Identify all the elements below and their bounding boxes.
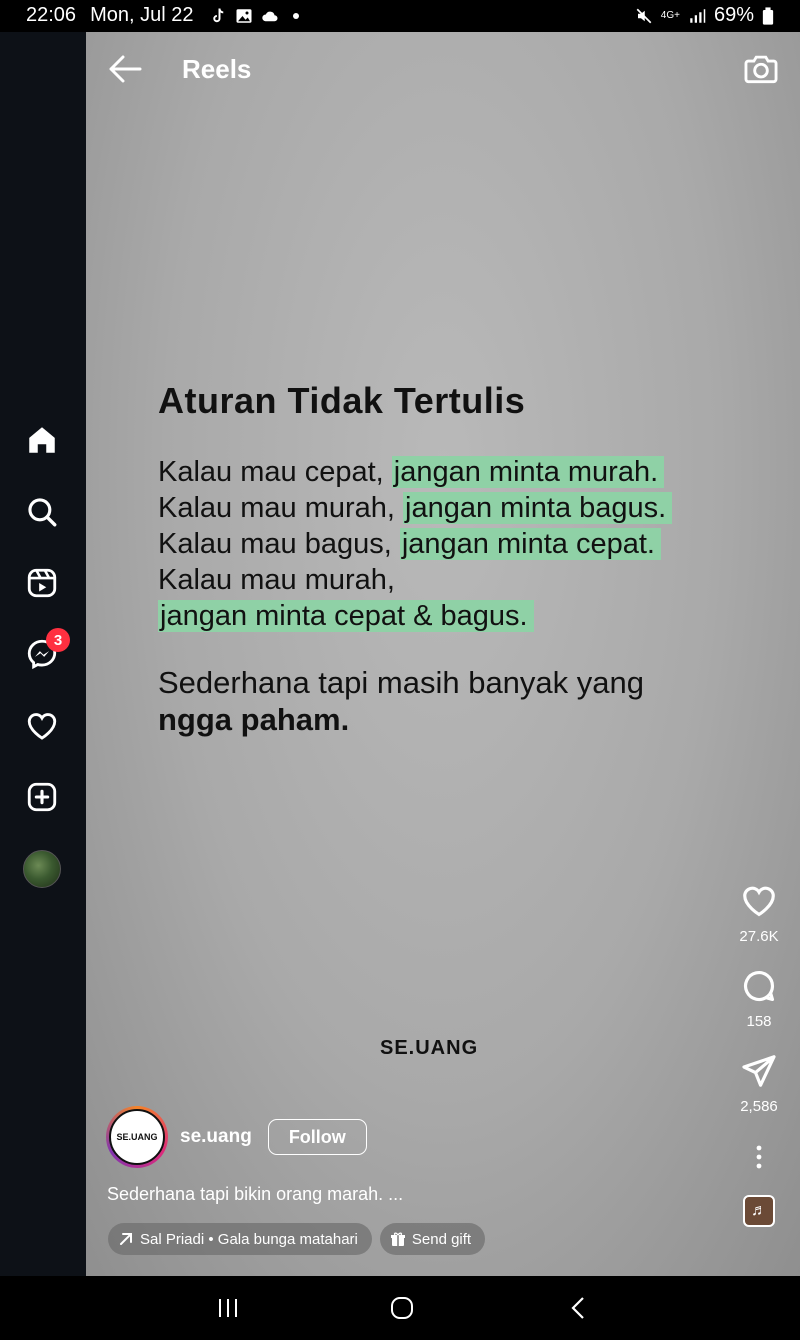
image-icon: [236, 8, 252, 23]
line-plain: Kalau mau murah,: [158, 492, 404, 524]
recents-icon: [219, 1299, 237, 1317]
follow-button[interactable]: Follow: [267, 1119, 367, 1155]
home-circle-icon: [391, 1297, 413, 1319]
sidebar-item-create[interactable]: [22, 777, 62, 817]
reel-text-line: Kalau mau cepat, jangan minta murah.: [158, 454, 718, 490]
sidebar-item-profile[interactable]: [22, 849, 62, 889]
share-count: 2,586: [740, 1098, 778, 1115]
comment-button[interactable]: 158: [732, 967, 786, 1030]
author-avatar-logo: SE.UANG: [109, 1109, 165, 1165]
gift-icon: [390, 1232, 405, 1246]
more-vertical-icon: [756, 1145, 762, 1169]
reel-header: Reels: [86, 32, 800, 108]
home-icon: [29, 427, 55, 453]
reel-actions: 27.6K 158 2,586 ♬: [732, 882, 786, 1227]
audio-chip-label: Sal Priadi • Gala bunga matahari: [140, 1230, 358, 1248]
brand-watermark: SE.UANG: [380, 1037, 479, 1059]
reel-text-line: jangan minta cepat & bagus.: [158, 598, 718, 634]
send-gift-chip[interactable]: Send gift: [379, 1223, 486, 1255]
line-highlight: jangan minta cepat & bagus.: [158, 600, 534, 632]
author-username[interactable]: se.uang: [180, 1126, 252, 1148]
recents-button[interactable]: [208, 1294, 248, 1322]
sidebar-item-home[interactable]: [22, 420, 62, 460]
line-plain: Kalau mau cepat,: [158, 456, 392, 488]
reel-text-footer: Sederhana tapi masih banyak yang: [158, 665, 644, 700]
reel-chips: Sal Priadi • Gala bunga matahari Send gi…: [108, 1223, 486, 1255]
line-plain: Kalau mau murah,: [158, 564, 395, 596]
reel-text-line: Kalau mau bagus, jangan minta cepat.: [158, 526, 718, 562]
author-row: SE.UANG se.uang Follow: [106, 1106, 367, 1168]
camera-icon[interactable]: [742, 50, 780, 88]
sidebar-item-messages[interactable]: 3: [22, 628, 70, 674]
audio-chip[interactable]: Sal Priadi • Gala bunga matahari: [108, 1223, 372, 1255]
status-date: Mon, Jul 22: [90, 4, 194, 26]
reel-text-footer-bold: ngga paham.: [158, 702, 350, 737]
share-button[interactable]: 2,586: [732, 1052, 786, 1115]
sidebar-item-search[interactable]: [22, 492, 62, 532]
reel-content: Aturan Tidak Tertulis Kalau mau cepat, j…: [158, 380, 718, 738]
search-icon: [28, 498, 57, 527]
send-gift-label: Send gift: [411, 1230, 472, 1248]
back-button[interactable]: [558, 1294, 598, 1322]
sidebar-item-notifications[interactable]: [22, 706, 62, 746]
comment-count: 158: [746, 1013, 772, 1030]
comment-icon: [743, 971, 775, 1002]
tiktok-icon: [213, 7, 224, 22]
battery-icon: [762, 6, 774, 25]
reel-text-line: Kalau mau murah, jangan minta bagus.: [158, 490, 718, 526]
back-chevron-icon: [571, 1297, 584, 1319]
sidebar-item-reels[interactable]: [22, 563, 62, 603]
arrow-up-right-icon: [120, 1233, 132, 1245]
network-4g-icon: 4G+: [660, 9, 680, 21]
like-button[interactable]: 27.6K: [732, 882, 786, 945]
avatar: [23, 850, 61, 888]
dot-icon: [293, 12, 300, 19]
reel-text-title: Aturan Tidak Tertulis: [158, 380, 526, 421]
reel-text-line: Kalau mau murah,: [158, 562, 718, 598]
line-highlight: jangan minta cepat.: [399, 528, 661, 560]
plus-square-icon: [27, 782, 57, 812]
page-title: Reels: [182, 54, 252, 84]
reels-icon: [27, 568, 57, 598]
author-avatar[interactable]: SE.UANG: [106, 1106, 168, 1168]
system-nav-bar: [0, 1276, 800, 1340]
arrow-left-icon[interactable]: [106, 52, 144, 86]
line-highlight: jangan minta bagus.: [403, 492, 673, 524]
mute-icon: [636, 8, 652, 23]
audio-thumbnail[interactable]: ♬: [743, 1195, 775, 1227]
signal-icon: [690, 8, 706, 23]
line-plain: Kalau mau bagus,: [158, 528, 400, 560]
cloud-icon: [262, 11, 278, 21]
like-count: 27.6K: [739, 928, 779, 945]
more-options-button[interactable]: [732, 1137, 786, 1177]
reel-viewer[interactable]: Reels Aturan Tidak Tertulis Kalau mau ce…: [86, 32, 800, 1276]
heart-icon: [27, 713, 57, 740]
battery-percent: 69%: [713, 4, 754, 26]
music-note-icon: ♬: [751, 1202, 767, 1219]
messages-badge: 3: [46, 628, 70, 652]
status-time: 22:06: [26, 4, 77, 26]
send-icon: [742, 1055, 776, 1087]
heart-icon: [743, 886, 775, 917]
home-button[interactable]: [382, 1294, 422, 1322]
sidebar: 3: [0, 32, 86, 1276]
status-bar: 22:06 Mon, Jul 22 4G+ 69%: [0, 0, 800, 32]
reel-caption[interactable]: Sederhana tapi bikin orang marah. ...: [107, 1184, 403, 1205]
line-highlight: jangan minta murah.: [391, 456, 665, 488]
